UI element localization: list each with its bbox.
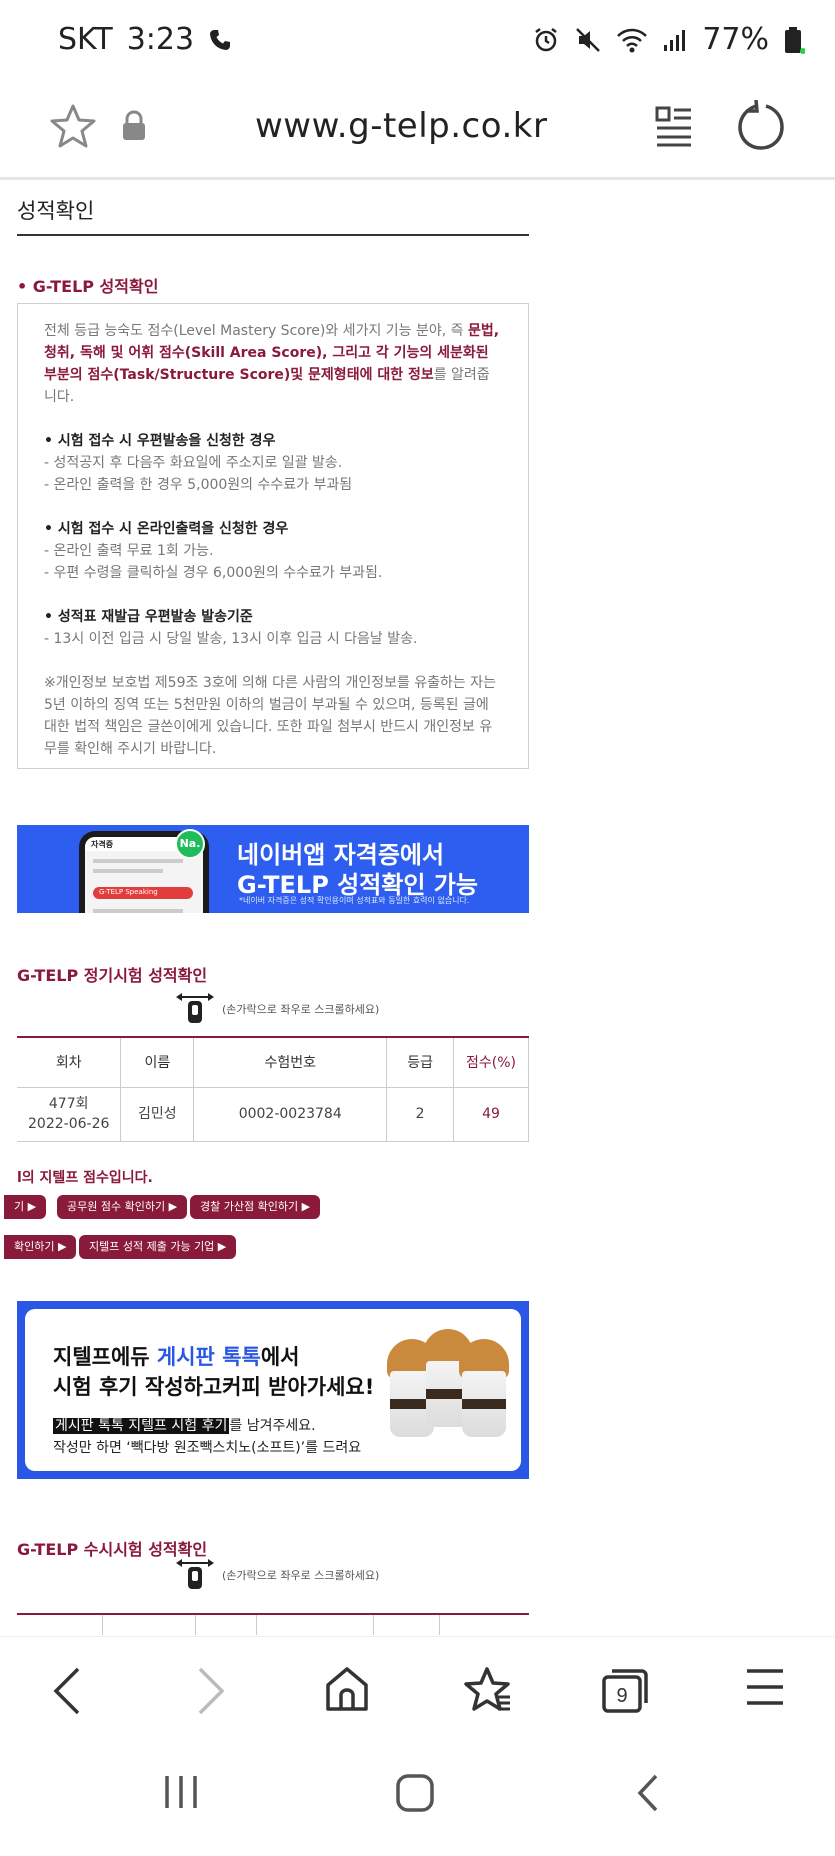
reader-mode-icon[interactable] xyxy=(654,104,694,152)
scroll-hint-text: (손가락으로 좌우로 스크롤하세요) xyxy=(222,1568,380,1582)
status-bar: SKT 3:23 77% xyxy=(0,0,835,84)
privacy-note: ※개인정보 보호법 제59조 3호에 의해 다른 사람의 개인정보를 유출하는 … xyxy=(44,675,497,757)
carrier-label: SKT xyxy=(58,22,113,57)
online-line-2: - 우편 수령을 클릭하실 경우 6,000원의 수수료가 부과됨. xyxy=(44,565,383,581)
postal-title: • 시험 접수 시 우편발송을 신청한 경우 xyxy=(44,433,276,449)
cut-off-check-button[interactable]: 확인하기 ▶ xyxy=(4,1235,77,1259)
browser-bottom-toolbar: 9 xyxy=(0,1636,835,1742)
naver-banner-note: *네이버 자격증은 성적 확인용이며 성적표와 동일한 효력이 없습니다. xyxy=(239,896,470,905)
tabs-icon[interactable]: 9 xyxy=(600,1665,650,1719)
cell-round: 477회 2022-06-26 xyxy=(17,1087,122,1142)
police-bonus-button[interactable]: 경찰 가산점 확인하기 ▶ xyxy=(190,1195,321,1219)
postal-line-1: - 성적공지 후 다음주 화요일에 주소지로 일괄 발송. xyxy=(44,455,343,471)
round-number: 477회 xyxy=(48,1096,89,1112)
col-header-grade: 등급 xyxy=(386,1036,455,1088)
table-row: 477회 2022-06-26 김민성 0002-0023784 2 49 xyxy=(17,1087,529,1142)
page-title: 성적확인 xyxy=(17,199,95,223)
event-headline-1: 지텔프에듀 게시판 톡톡에서 xyxy=(53,1345,300,1369)
event-headline-2: 시험 후기 작성하고커피 받아가세요! xyxy=(53,1375,375,1399)
regular-score-table: 회차 이름 수험번호 등급 점수(%) 477회 2022-06-26 김민성 0… xyxy=(17,1036,529,1142)
cell-score: 49 xyxy=(453,1087,529,1142)
score-notice-text: l의 지텔프 점수입니다. xyxy=(17,1170,153,1186)
browser-address-bar: www.g-telp.co.kr xyxy=(0,84,835,180)
mute-icon xyxy=(574,26,602,54)
online-line-1: - 온라인 출력 무료 1회 가능. xyxy=(44,543,214,559)
status-right: 77% xyxy=(532,22,805,57)
battery-icon xyxy=(783,25,805,55)
alarm-icon xyxy=(532,26,560,54)
intro-pre: 전체 등급 능숙도 점수(Level Mastery Score)와 세가지 기… xyxy=(44,323,468,339)
cut-off-button[interactable]: 기 ▶ xyxy=(4,1195,47,1219)
notice-box: 전체 등급 능숙도 점수(Level Mastery Score)와 세가지 기… xyxy=(17,303,529,769)
section-title-regular-test: G-TELP 정기시험 성적확인 xyxy=(17,966,208,985)
intro-paragraph: 전체 등급 능숙도 점수(Level Mastery Score)와 세가지 기… xyxy=(44,320,502,408)
reload-icon[interactable] xyxy=(736,99,786,156)
url-text[interactable]: www.g-telp.co.kr xyxy=(255,106,547,146)
event-line-1: 게시판 톡톡 지텔프 시험 후기 를 남겨주세요. xyxy=(53,1418,316,1434)
system-navigation-bar xyxy=(0,1742,835,1856)
system-back-icon[interactable] xyxy=(634,1772,662,1818)
title-divider xyxy=(17,234,529,236)
swipe-hand-icon xyxy=(174,1555,216,1594)
scroll-hint-2: (손가락으로 좌우로 스크롤하세요) xyxy=(174,1555,379,1594)
accepting-companies-button[interactable]: 지텔프 성적 제출 가능 기업 ▶ xyxy=(79,1235,237,1259)
reissue-line-1: - 13시 이전 입금 시 당일 발송, 13시 이후 입금 시 다음날 발송. xyxy=(44,631,418,647)
forward-arrow-icon[interactable] xyxy=(194,1665,228,1721)
scroll-hint: (손가락으로 좌우로 스크롤하세요) xyxy=(174,989,379,1028)
col-header-round: 회차 xyxy=(17,1036,122,1088)
phone-call-icon xyxy=(208,28,232,52)
postal-line-2: - 온라인 출력을 한 경우 5,000원의 수수료가 부과됨 xyxy=(44,477,353,493)
col-header-score: 점수(%) xyxy=(453,1036,529,1088)
col-header-exam-no: 수험번호 xyxy=(193,1036,388,1088)
bookmark-star-icon[interactable] xyxy=(48,102,98,156)
status-left: SKT 3:23 xyxy=(58,22,232,57)
cell-name: 김민성 xyxy=(120,1087,195,1142)
phone-screen-label: 자격증 xyxy=(91,840,114,849)
civil-service-score-button[interactable]: 공무원 점수 확인하기 ▶ xyxy=(57,1195,188,1219)
home-icon[interactable] xyxy=(324,1665,370,1717)
menu-icon[interactable] xyxy=(744,1665,786,1713)
tab-count: 9 xyxy=(616,1685,627,1707)
lock-icon[interactable] xyxy=(120,110,148,146)
naver-app-banner[interactable]: 자격증 G-TELP Speaking Na. 네이버앱 자격증에서 G-TEL… xyxy=(17,825,529,913)
page-content: 성적확인 • G-TELP 성적확인 전체 등급 능숙도 점수(Level Ma… xyxy=(0,183,835,1635)
clock: 3:23 xyxy=(126,22,195,57)
event-line-2: 작성만 하면 ‘빽다방 원조빽스치노(소프트)’를 드려요 xyxy=(53,1440,362,1456)
cell-grade: 2 xyxy=(386,1087,455,1142)
scroll-hint-text: (손가락으로 좌우로 스크롤하세요) xyxy=(222,1002,380,1016)
section-title-score-check: • G-TELP 성적확인 xyxy=(17,277,159,296)
phone-screen-item: G-TELP Speaking xyxy=(99,888,158,896)
online-title: • 시험 접수 시 온라인출력을 신청한 경우 xyxy=(44,521,289,537)
back-arrow-icon[interactable] xyxy=(50,1665,84,1721)
wifi-icon xyxy=(616,26,648,54)
cell-exam-no: 0002-0023784 xyxy=(193,1087,388,1142)
occasional-score-table-header xyxy=(17,1613,529,1635)
system-home-icon[interactable] xyxy=(394,1772,436,1818)
bookmarks-star-icon[interactable] xyxy=(462,1665,512,1719)
event-banner[interactable]: 지텔프에듀 게시판 톡톡에서 시험 후기 작성하고커피 받아가세요! 게시판 톡… xyxy=(17,1301,529,1479)
recent-apps-icon[interactable] xyxy=(162,1772,200,1816)
col-header-name: 이름 xyxy=(120,1036,195,1088)
round-date: 2022-06-26 xyxy=(28,1116,110,1132)
swipe-hand-icon xyxy=(174,989,216,1028)
naver-na-badge: Na. xyxy=(175,829,205,859)
signal-icon xyxy=(662,27,688,53)
battery-level: 77% xyxy=(702,22,769,57)
reissue-title: • 성적표 재발급 우편발송 발송기준 xyxy=(44,609,253,625)
